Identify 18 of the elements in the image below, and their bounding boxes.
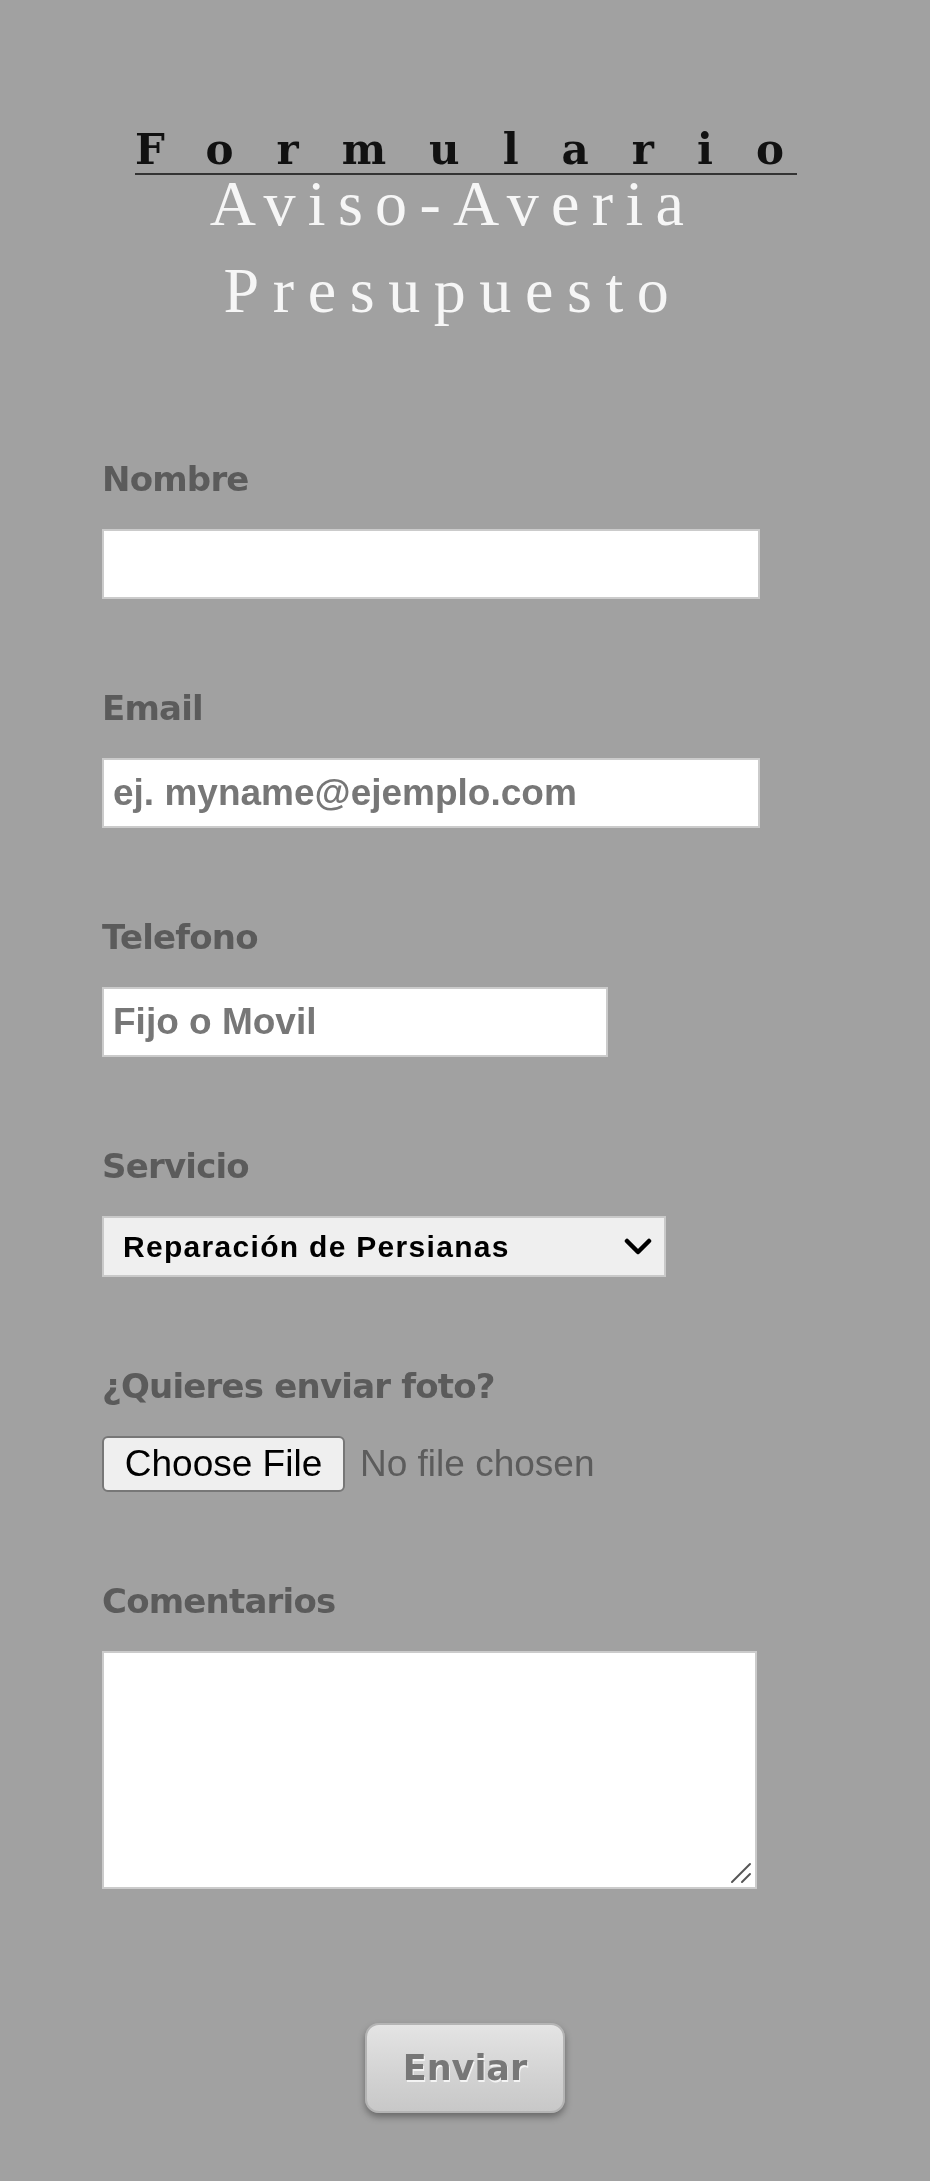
field-label: ¿Quieres enviar foto? bbox=[102, 1366, 495, 1406]
form-subtitle: Presupuesto bbox=[223, 256, 683, 326]
field-label: Servicio bbox=[102, 1146, 249, 1186]
comment-field[interactable] bbox=[102, 1651, 757, 1889]
form-title: Formulario bbox=[135, 127, 828, 173]
file-status-text: No file chosen bbox=[360, 1443, 595, 1485]
resize-grip-icon bbox=[730, 1862, 752, 1884]
choose-file-button[interactable]: Choose File bbox=[102, 1436, 345, 1492]
phone-field[interactable]: Fijo o Movil bbox=[102, 987, 608, 1057]
chevron-down-icon bbox=[624, 1237, 652, 1256]
field-label: Nombre bbox=[102, 459, 249, 499]
text-field[interactable] bbox=[102, 529, 760, 599]
form-subtitle: Aviso-Averia bbox=[209, 175, 697, 233]
field-label: Email bbox=[102, 688, 203, 728]
field-label: Comentarios bbox=[102, 1581, 336, 1621]
email-field[interactable]: ej. myname@ejemplo.com bbox=[102, 758, 760, 828]
dropdown[interactable]: Reparación de Persianas bbox=[102, 1216, 666, 1277]
field-label: Telefono bbox=[102, 917, 258, 957]
